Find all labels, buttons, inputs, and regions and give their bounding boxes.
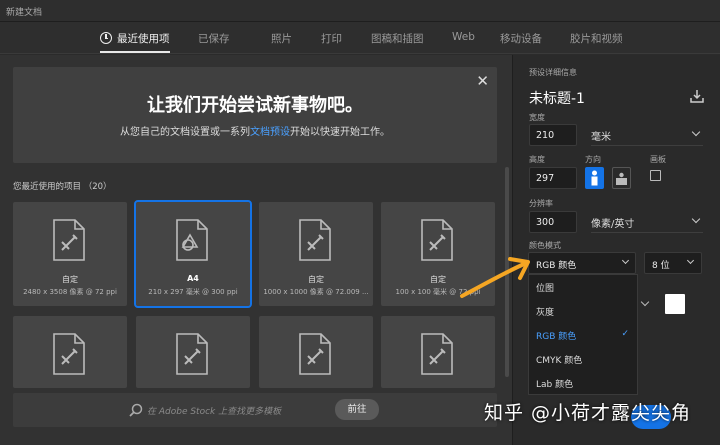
tab-photo[interactable]: 照片: [271, 31, 292, 46]
welcome-text-end: 开始以快速开始工作。: [290, 127, 390, 138]
recent-label: 您最近使用的项目 （20）: [13, 182, 112, 192]
bit-depth-value: 8 位: [652, 261, 670, 271]
search-input[interactable]: 在 Adobe Stock 上查找更多模板: [147, 404, 281, 417]
item-name: A4: [187, 274, 199, 283]
color-mode-label: 颜色模式: [529, 241, 561, 250]
recent-item-1[interactable]: 自定 2480 x 3508 像素 @ 72 ppi: [13, 202, 127, 306]
tab-saved[interactable]: 已保存: [198, 31, 230, 46]
resolution-unit-value: 像素/英寸: [591, 219, 635, 230]
width-label: 宽度: [529, 113, 545, 122]
annotation-arrow-icon: [460, 257, 530, 298]
presets-link[interactable]: 文档预设: [250, 127, 290, 138]
document-icon: [299, 219, 331, 261]
chevron-down-icon: [691, 127, 701, 137]
recent-item-3[interactable]: 自定 1000 x 1000 像素 @ 72.009 ...: [259, 202, 373, 306]
watermark: 知乎 @小荷才露尖尖角: [484, 402, 692, 424]
chevron-down-icon: [621, 256, 630, 265]
bit-depth-select[interactable]: 8 位: [644, 252, 702, 274]
item-desc: 1000 x 1000 像素 @ 72.009 ...: [263, 288, 369, 296]
tab-film[interactable]: 胶片和视频: [570, 31, 623, 46]
artboard-checkbox[interactable]: [650, 170, 661, 181]
chevron-down-icon: [691, 214, 701, 224]
document-icon: [176, 333, 208, 375]
resolution-unit-select[interactable]: 像素/英寸: [591, 211, 703, 233]
clock-icon: [100, 32, 112, 44]
document-shapes-icon: [176, 219, 208, 261]
tab-art[interactable]: 图稿和插图: [371, 31, 424, 46]
chevron-down-icon: [686, 256, 695, 265]
welcome-text-start: 从您自己的文档设置或一系列: [120, 127, 250, 138]
menu-item-lab[interactable]: Lab 颜色: [529, 371, 637, 395]
width-unit-select[interactable]: 毫米: [591, 124, 703, 146]
recent-item-2[interactable]: A4 210 x 297 毫米 @ 300 ppi: [134, 200, 252, 308]
document-icon: [421, 333, 453, 375]
orientation-label: 方向: [585, 155, 601, 164]
item-name: 自定: [62, 275, 78, 284]
artboard-label: 画板: [650, 155, 666, 164]
tab-mobile[interactable]: 移动设备: [500, 31, 542, 46]
search-icon: [129, 403, 143, 417]
stock-search-bar: 在 Adobe Stock 上查找更多模板 前往: [13, 393, 497, 427]
menu-item-bitmap[interactable]: 位图: [529, 275, 637, 299]
portrait-button[interactable]: [585, 167, 604, 189]
resolution-label: 分辨率: [529, 199, 553, 208]
landscape-button[interactable]: [612, 167, 631, 189]
height-input[interactable]: 297: [529, 167, 577, 189]
recent-item-5[interactable]: [13, 316, 127, 388]
menu-item-rgb[interactable]: RGB 颜色 ✓: [529, 323, 637, 347]
checkmark-icon: ✓: [621, 329, 629, 339]
recent-item-8[interactable]: [381, 316, 495, 388]
color-mode-value: RGB 颜色: [536, 261, 577, 271]
active-tab-underline: [100, 51, 170, 53]
close-icon[interactable]: ✕: [476, 72, 489, 90]
recent-item-7[interactable]: [259, 316, 373, 388]
tab-recent[interactable]: 最近使用项: [100, 31, 170, 46]
item-desc: 2480 x 3508 像素 @ 72 ppi: [23, 288, 117, 296]
color-mode-menu: 位图 灰度 RGB 颜色 ✓ CMYK 颜色 Lab 颜色: [528, 274, 638, 395]
window-title: 新建文档: [6, 8, 43, 18]
menu-item-grayscale[interactable]: 灰度: [529, 299, 637, 323]
tab-bar: 最近使用项 已保存 照片 打印 图稿和插图 Web 移动设备 胶片和视频: [0, 22, 720, 54]
section-label: 预设详细信息: [529, 68, 577, 77]
document-icon: [53, 219, 85, 261]
landscape-icon: [616, 172, 627, 185]
recent-item-6[interactable]: [136, 316, 250, 388]
welcome-banner: ✕ 让我们开始尝试新事物吧。 从您自己的文档设置或一系列文档预设开始以快速开始工…: [13, 67, 497, 163]
menu-item-rgb-label: RGB 颜色: [536, 332, 577, 342]
document-icon: [299, 333, 331, 375]
color-mode-select[interactable]: RGB 颜色: [528, 252, 636, 274]
document-name[interactable]: 未标题-1: [529, 88, 585, 108]
tab-recent-label: 最近使用项: [117, 33, 170, 45]
main-area: ✕ 让我们开始尝试新事物吧。 从您自己的文档设置或一系列文档预设开始以快速开始工…: [0, 55, 512, 445]
item-name: 自定: [308, 275, 324, 284]
title-bar: 新建文档: [0, 0, 720, 22]
menu-item-cmyk[interactable]: CMYK 颜色: [529, 347, 637, 371]
height-label: 高度: [529, 155, 545, 164]
item-desc: 210 x 297 毫米 @ 300 ppi: [148, 288, 238, 296]
go-button[interactable]: 前往: [335, 399, 379, 420]
width-unit-value: 毫米: [591, 132, 611, 143]
welcome-heading: 让我们开始尝试新事物吧。: [147, 95, 363, 116]
save-preset-icon[interactable]: [690, 89, 704, 103]
welcome-text: 从您自己的文档设置或一系列文档预设开始以快速开始工作。: [13, 123, 497, 138]
document-icon: [53, 333, 85, 375]
background-color-swatch[interactable]: [665, 294, 685, 314]
width-input[interactable]: 210: [529, 124, 577, 146]
resolution-input[interactable]: 300: [529, 211, 577, 233]
portrait-icon: [591, 170, 598, 186]
tab-web[interactable]: Web: [452, 31, 475, 43]
tab-print[interactable]: 打印: [321, 31, 342, 46]
